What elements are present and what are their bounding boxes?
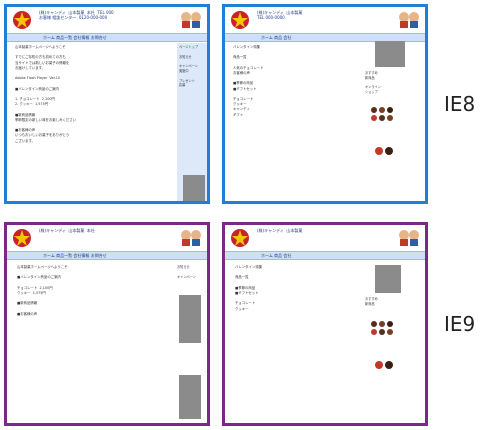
site-header: (株)キャンディ 山本製菓 本社 TEL 000 お客様 相談センター 0120… (7, 7, 207, 33)
nav-text[interactable]: ホーム 商品 会社 (261, 253, 291, 259)
screenshot-ie9-left: (株)キャンディ 山本製菓 本社 ホーム 商品一覧 会社情報 お問合せ 山本製菓… (4, 222, 210, 426)
main-content: バレンタイン特集 商品一覧 ■季節の商品 ■ギフトセット チョコレート クッキー (235, 265, 263, 311)
sidebar-text[interactable]: お知らせ キャンペーン (177, 265, 205, 295)
chocolate-image (385, 361, 393, 369)
chocolate-image (375, 147, 383, 155)
header-text: (株)キャンディ 山本製菓 本社 TEL 000 お客様 相談センター 0120… (39, 10, 114, 20)
screenshot-ie8-right: (株)キャンディ 山本製菓 TEL 000-0000 ホーム 商品 会社 バレン… (222, 4, 428, 204)
gray-block (183, 175, 205, 201)
header-text: (株)キャンディ 山本製菓 本社 (39, 228, 95, 233)
screenshot-ie9-right: (株)キャンディ 山本製菓 ホーム 商品 会社 バレンタイン特集 商品一覧 ■季… (222, 222, 428, 426)
ie8-label: IE8 (444, 92, 476, 116)
mascot-icon (181, 230, 201, 246)
nav-text[interactable]: ホーム 商品一覧 会社情報 お問合せ (43, 253, 107, 259)
nav-bar[interactable]: ホーム 商品一覧 会社情報 お問合せ (7, 33, 207, 42)
sidebar-text[interactable]: おすすめ 新商品 オンライン ショップ (365, 71, 425, 101)
chocolate-image (371, 321, 377, 327)
chocolate-image (371, 107, 377, 113)
candy-logo-icon (13, 11, 31, 29)
screenshot-ie8-left: (株)キャンディ 山本製菓 本社 TEL 000 お客様 相談センター 0120… (4, 4, 210, 204)
nav-text[interactable]: ホーム 商品一覧 会社情報 お問合せ (43, 35, 107, 41)
main-content: 山本製菓ホームページへようこそ すでにご存知の方も初めての方も 当サイトでは新し… (15, 45, 77, 143)
chocolate-image (371, 115, 377, 121)
nav-text[interactable]: ホーム 商品 会社 (261, 35, 291, 41)
main-content: 山本製菓ホームページへようこそ ■バレンタイン商品のご案内 チョコレート 2,1… (17, 265, 68, 316)
chocolate-image (387, 329, 393, 335)
gray-block (179, 295, 201, 343)
site-header: (株)キャンディ 山本製菓 (225, 225, 425, 251)
chocolate-image (387, 321, 393, 327)
site-header: (株)キャンディ 山本製菓 本社 (7, 225, 207, 251)
chocolate-image (385, 147, 393, 155)
mascot-icon (399, 230, 419, 246)
mascot-icon (399, 12, 419, 28)
candy-logo-icon (231, 11, 249, 29)
gray-block (375, 265, 401, 293)
candy-logo-icon (13, 229, 31, 247)
ie9-label: IE9 (444, 312, 476, 336)
chocolate-image (387, 107, 393, 113)
chocolate-image (387, 115, 393, 121)
chocolate-image (379, 321, 385, 327)
site-header: (株)キャンディ 山本製菓 TEL 000-0000 (225, 7, 425, 33)
gray-block (179, 375, 201, 419)
nav-bar[interactable]: ホーム 商品一覧 会社情報 お問合せ (7, 251, 207, 260)
chocolate-image (375, 361, 383, 369)
candy-logo-icon (231, 229, 249, 247)
gray-block (375, 41, 405, 67)
chocolate-image (379, 115, 385, 121)
chocolate-image (371, 329, 377, 335)
chocolate-image (379, 329, 385, 335)
mascot-icon (181, 12, 201, 28)
main-content: バレンタイン特集 商品一覧 人気のチョコレート お客様の声 ■季節の商品 ■ギフ… (233, 45, 264, 117)
sidebar-text[interactable]: ページトップ お知らせ キャンペーン 実施中 プレゼント 応募 (179, 45, 207, 105)
sidebar-text[interactable]: おすすめ 新商品 (365, 297, 425, 317)
header-text: (株)キャンディ 山本製菓 (257, 228, 303, 233)
nav-bar[interactable]: ホーム 商品 会社 (225, 251, 425, 260)
header-text: (株)キャンディ 山本製菓 TEL 000-0000 (257, 10, 303, 20)
chocolate-image (379, 107, 385, 113)
